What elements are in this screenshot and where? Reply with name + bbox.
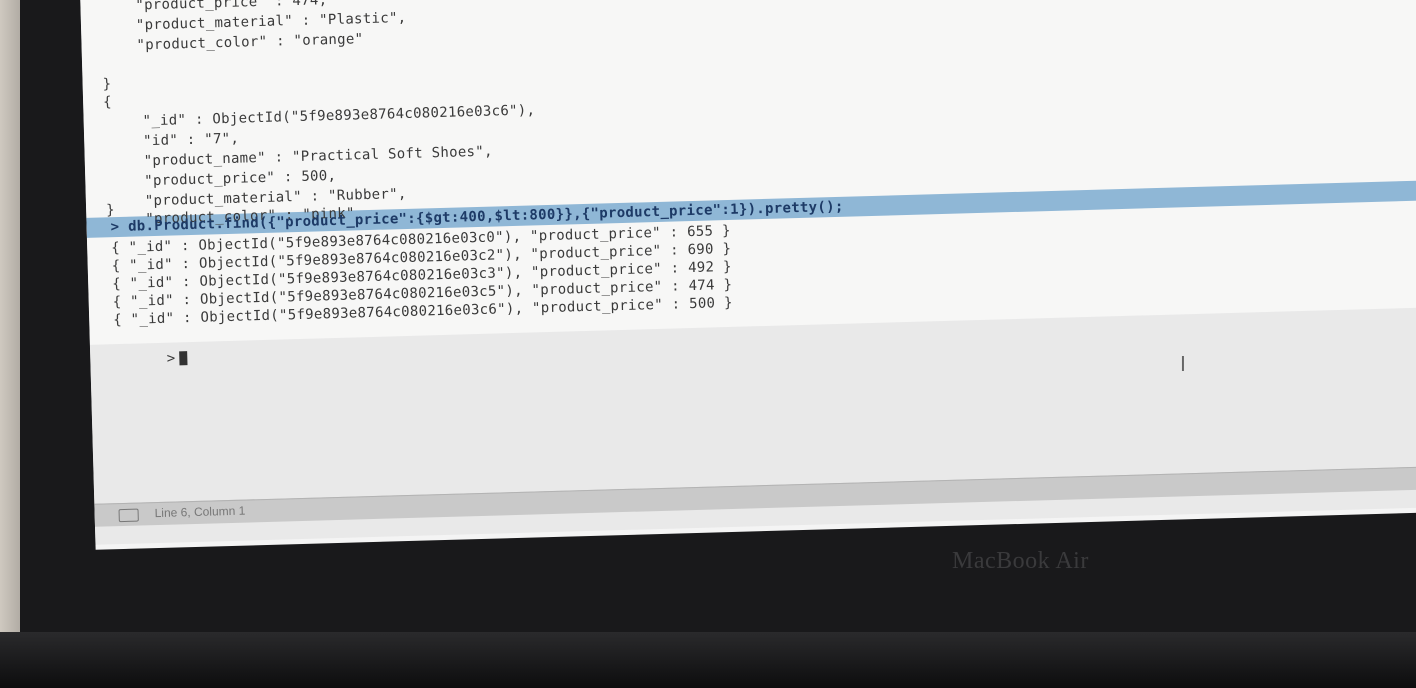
ibeam-cursor-icon: I	[1180, 352, 1186, 376]
prompt-symbol: >	[166, 350, 176, 367]
text-cursor	[179, 351, 188, 366]
output-line: "id" : "7",	[108, 130, 240, 151]
output-line: {	[102, 94, 113, 111]
terminal-window: "product_price" : 474, "product_material…	[80, 0, 1416, 550]
keyboard-edge	[0, 632, 1416, 688]
window-icon[interactable]	[118, 508, 139, 523]
input-prompt[interactable]: >	[114, 331, 189, 387]
output-line: }	[105, 202, 116, 219]
cursor-position: Line 6, Column 1	[154, 503, 246, 521]
device-brand-label: MacBook Air	[952, 548, 1089, 574]
output-line: }	[102, 76, 112, 93]
